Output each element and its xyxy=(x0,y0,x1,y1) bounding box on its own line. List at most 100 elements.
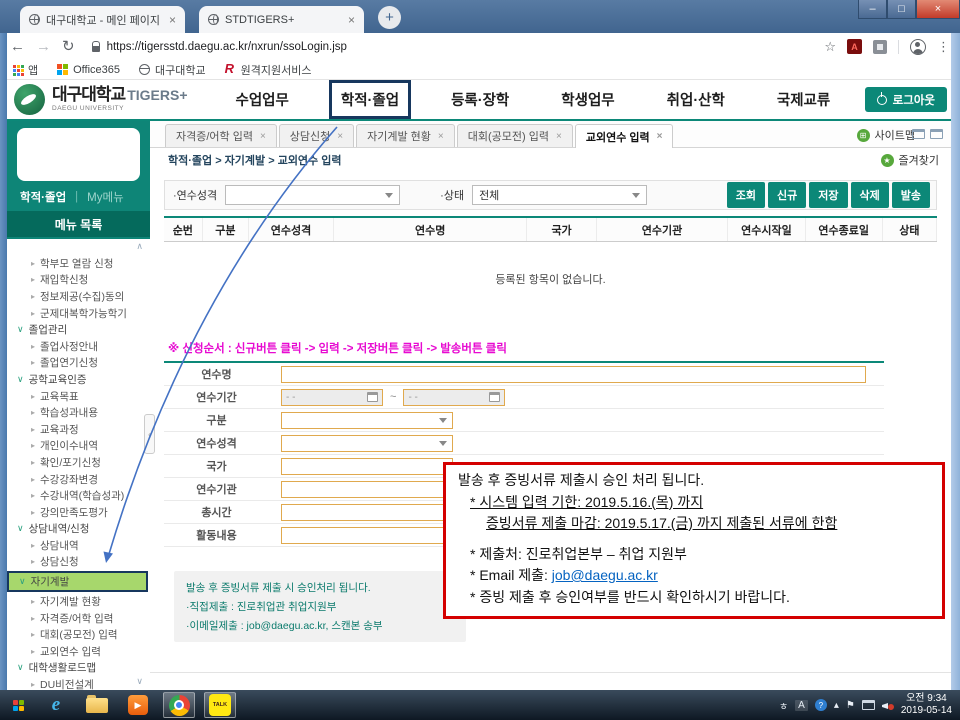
start-button[interactable] xyxy=(6,693,31,718)
favorites-link[interactable]: ★ 즐겨찾기 xyxy=(881,152,939,168)
start-date-input[interactable]: - - xyxy=(281,389,383,406)
sidebar-menu-item[interactable]: 대학생활로드맵 xyxy=(7,660,150,677)
browser-tab[interactable]: STDTIGERS+ × xyxy=(199,6,364,33)
sidebar-menu-item[interactable]: 자기계발 현황 xyxy=(7,593,150,610)
calendar-icon[interactable] xyxy=(367,392,378,402)
popout-window-icon[interactable] xyxy=(912,129,925,139)
sitemap-link[interactable]: ⊞ 사이트맵 xyxy=(857,127,915,143)
action-button[interactable]: 조회 xyxy=(727,182,765,208)
volume-muted-icon[interactable] xyxy=(882,700,894,710)
bookmark-item[interactable]: 대구대학교 xyxy=(139,62,206,78)
workspace-tab[interactable]: 자격증/어학 입력 × xyxy=(165,124,277,147)
url-omnibox[interactable]: https://tigersstd.daegu.ac.kr/nxrun/ssoL… xyxy=(86,36,814,57)
sidebar-menu-item[interactable]: 자기계발 xyxy=(7,571,148,592)
text-input[interactable] xyxy=(281,458,453,475)
nav-item[interactable]: 취업·산학 xyxy=(667,89,725,110)
sidebar-tab-haksa[interactable]: 학적·졸업 xyxy=(20,189,66,205)
nav-item[interactable]: 학적·졸업 xyxy=(341,89,399,110)
close-all-windows-icon[interactable] xyxy=(930,129,943,139)
university-logo-icon[interactable] xyxy=(14,84,45,115)
sidebar-menu-item[interactable]: 개인이수내역 xyxy=(7,438,150,455)
nav-item[interactable]: 국제교류 xyxy=(777,89,830,110)
workspace-tab-close-icon[interactable]: × xyxy=(657,131,663,142)
refresh-icon[interactable]: ↻ xyxy=(62,39,75,54)
workspace-tab[interactable]: 상담신청 × xyxy=(279,124,354,147)
sidebar-menu-item[interactable]: 상담내역/신청 xyxy=(7,521,150,538)
workspace-tab-close-icon[interactable]: × xyxy=(337,131,343,142)
logo-text[interactable]: 대구대학교TIGERS+ DAEGU UNIVERSITY xyxy=(52,86,188,113)
menu-collapse-icon[interactable]: ∧ xyxy=(136,241,143,252)
workspace-tab-close-icon[interactable]: × xyxy=(556,131,562,142)
workspace-tab[interactable]: 대회(공모전) 입력 × xyxy=(457,124,573,147)
sidebar-collapse-handle[interactable]: ‹ xyxy=(144,414,155,454)
text-input[interactable] xyxy=(281,366,866,383)
window-close-button[interactable]: × xyxy=(916,0,960,19)
action-button[interactable]: 저장 xyxy=(809,182,847,208)
sidebar-menu-item[interactable]: 상담내역 xyxy=(7,537,150,554)
pdf-extension-icon[interactable]: A xyxy=(847,39,862,54)
training-type-select[interactable] xyxy=(225,185,400,205)
action-button[interactable]: 삭제 xyxy=(851,182,889,208)
window-minimize-button[interactable]: – xyxy=(858,0,887,19)
sidebar-menu-item[interactable]: 군제대복학가능학기 xyxy=(7,305,150,322)
forward-icon[interactable]: → xyxy=(36,39,51,54)
status-select[interactable]: 전체 xyxy=(472,185,647,205)
end-date-input[interactable]: - - xyxy=(403,389,505,406)
sidebar-menu-item[interactable]: 자격증/어학 입력 xyxy=(7,610,150,627)
ime-english-icon[interactable]: A xyxy=(795,700,808,711)
sidebar-menu-item[interactable]: 정보제공(수집)동의 xyxy=(7,288,150,305)
logout-button[interactable]: 로그아웃 xyxy=(865,87,947,112)
sidebar-menu-item[interactable]: 대회(공모전) 입력 xyxy=(7,626,150,643)
workspace-tab[interactable]: 교외연수 입력 × xyxy=(575,124,674,148)
file-explorer-icon[interactable] xyxy=(81,692,113,718)
back-icon[interactable]: ← xyxy=(10,39,25,54)
network-tray-icon[interactable] xyxy=(862,700,875,710)
bookmark-star-icon[interactable]: ☆ xyxy=(824,39,836,55)
chrome-icon[interactable] xyxy=(163,692,195,718)
sidebar-menu-item[interactable]: 강의만족도평가 xyxy=(7,504,150,521)
text-input[interactable] xyxy=(281,504,453,521)
sidebar-menu-item[interactable]: 재입학신청 xyxy=(7,272,150,289)
media-player-icon[interactable]: ▶ xyxy=(122,692,154,718)
calendar-icon[interactable] xyxy=(489,392,500,402)
browser-menu-icon[interactable]: ⋮ xyxy=(937,39,950,55)
tray-expand-icon[interactable]: ▴ xyxy=(834,700,839,711)
ime-korean-icon[interactable]: ㅎ xyxy=(779,698,788,713)
sidebar-menu-item[interactable]: 졸업관리 xyxy=(7,321,150,338)
tab-close-icon[interactable]: × xyxy=(169,13,176,27)
sidebar-menu-item[interactable]: 학부모 열람 신청 xyxy=(7,255,150,272)
workspace-tab-close-icon[interactable]: × xyxy=(260,131,266,142)
help-tray-icon[interactable]: ? xyxy=(815,699,827,711)
workspace-tab-close-icon[interactable]: × xyxy=(438,131,444,142)
nav-item[interactable]: 등록·장학 xyxy=(451,89,509,110)
form-select[interactable] xyxy=(281,435,453,452)
action-button[interactable]: 발송 xyxy=(892,182,930,208)
menu-scroll-down-icon[interactable]: ∨ xyxy=(136,676,143,687)
taskbar-clock[interactable]: 오전 9:34 2019-05-14 xyxy=(901,693,952,718)
email-link[interactable]: job@daegu.ac.kr xyxy=(552,567,658,583)
bookmark-item[interactable]: 원격지원서비스 xyxy=(225,62,312,78)
kakaotalk-icon[interactable] xyxy=(204,692,236,718)
internet-explorer-icon[interactable]: e xyxy=(40,692,72,718)
sidebar-menu-item[interactable]: 졸업연기신청 xyxy=(7,355,150,372)
sidebar-menu-item[interactable]: 공학교육인증 xyxy=(7,371,150,388)
bookmark-item[interactable]: Office365 xyxy=(57,64,120,76)
window-maximize-button[interactable]: □ xyxy=(887,0,916,19)
nav-item[interactable]: 학생업무 xyxy=(561,89,614,110)
browser-tab[interactable]: 대구대학교 - 메인 페이지 × xyxy=(20,6,185,33)
form-select[interactable] xyxy=(281,412,453,429)
sidebar-menu-item[interactable]: 교외연수 입력 xyxy=(7,643,150,660)
action-center-flag-icon[interactable]: ⚑ xyxy=(846,700,855,711)
sidebar-menu-item[interactable]: 졸업사정안내 xyxy=(7,338,150,355)
sidebar-menu-item[interactable]: 교육과정 xyxy=(7,421,150,438)
sidebar-menu-item[interactable]: 확인/포기신청 xyxy=(7,454,150,471)
nav-item[interactable]: 수업업무 xyxy=(236,89,289,110)
extension-icon[interactable] xyxy=(873,40,887,54)
sidebar-menu-item[interactable]: 수강강좌변경 xyxy=(7,471,150,488)
sidebar-menu-item[interactable]: 교육목표 xyxy=(7,388,150,405)
sidebar-tab-mymenu[interactable]: My메뉴 xyxy=(87,189,124,205)
sidebar-menu-item[interactable]: 수강내역(학습성과) xyxy=(7,487,150,504)
bookmark-item[interactable]: 앱 xyxy=(12,62,38,78)
sidebar-menu-item[interactable]: 상담신청 xyxy=(7,554,150,571)
text-input[interactable] xyxy=(281,481,453,498)
